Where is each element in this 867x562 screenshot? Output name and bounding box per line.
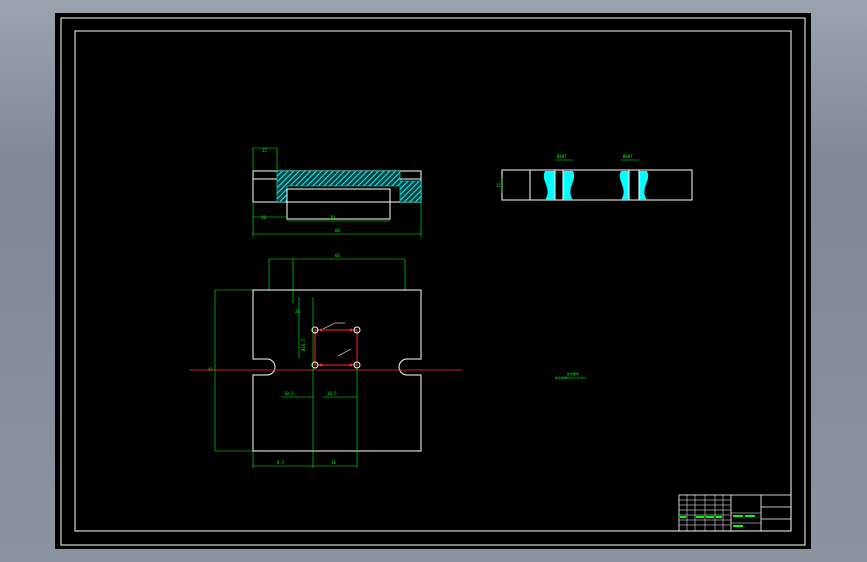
dim-plan-left: 45 (208, 367, 213, 372)
side-hatch-1 (543, 171, 555, 200)
dim-side-hole-2: Ø4H7 (623, 154, 633, 159)
dim-plan-top: 60 (335, 253, 340, 258)
technical-note: 技术要求 未注倒角均为 0.5×45° (555, 371, 587, 380)
dim-plan-bottom-2: 18 (331, 460, 336, 465)
pin-icon (319, 328, 323, 332)
pin-icon (319, 363, 323, 367)
section-view: 15 50 30 60 (252, 147, 422, 237)
plate-outline (252, 289, 422, 452)
dim-side-hole-1: Ø4H7 (557, 154, 567, 159)
dim-plan-bottom-1: 8.5 (277, 460, 285, 465)
dim-plan-spacing-1: 10.5 (284, 391, 294, 396)
side-hatch-2 (563, 171, 575, 200)
dim-section-overall: 60 (335, 228, 340, 233)
inner-frame (74, 30, 792, 532)
dim-section-top: 15 (262, 148, 267, 153)
dim-plan-offset-2: Ø16.5 (301, 338, 306, 351)
side-hatch-4 (639, 171, 649, 200)
plan-view: 60 45 20 Ø16.5 8.5 18 10.5 18.5 (189, 253, 462, 468)
dim-section-inner: 30 (330, 215, 335, 220)
hole-pattern-box (314, 329, 358, 366)
cad-viewport[interactable]: 15 50 30 60 Ø4H7 Ø4H7 15 60 45 20 Ø16.5 … (55, 13, 811, 549)
drawing-canvas: 15 50 30 60 Ø4H7 Ø4H7 15 60 45 20 Ø16.5 … (60, 17, 806, 546)
note-line: 未注倒角均为 0.5×45° (555, 375, 587, 380)
side-view: Ø4H7 Ø4H7 15 (496, 154, 693, 201)
side-hatch-3 (619, 171, 629, 200)
inner-pocket (286, 188, 391, 220)
pin-icon (349, 363, 353, 367)
dim-plan-offset-1: 20 (295, 309, 300, 314)
title-block (678, 494, 792, 532)
dim-side-thickness: 15 (496, 183, 501, 188)
dim-section-left: 50 (261, 215, 266, 220)
outer-frame (60, 17, 806, 546)
dim-plan-spacing-2: 18.5 (327, 391, 337, 396)
pin-icon (349, 328, 353, 332)
hatch-region (276, 170, 422, 203)
